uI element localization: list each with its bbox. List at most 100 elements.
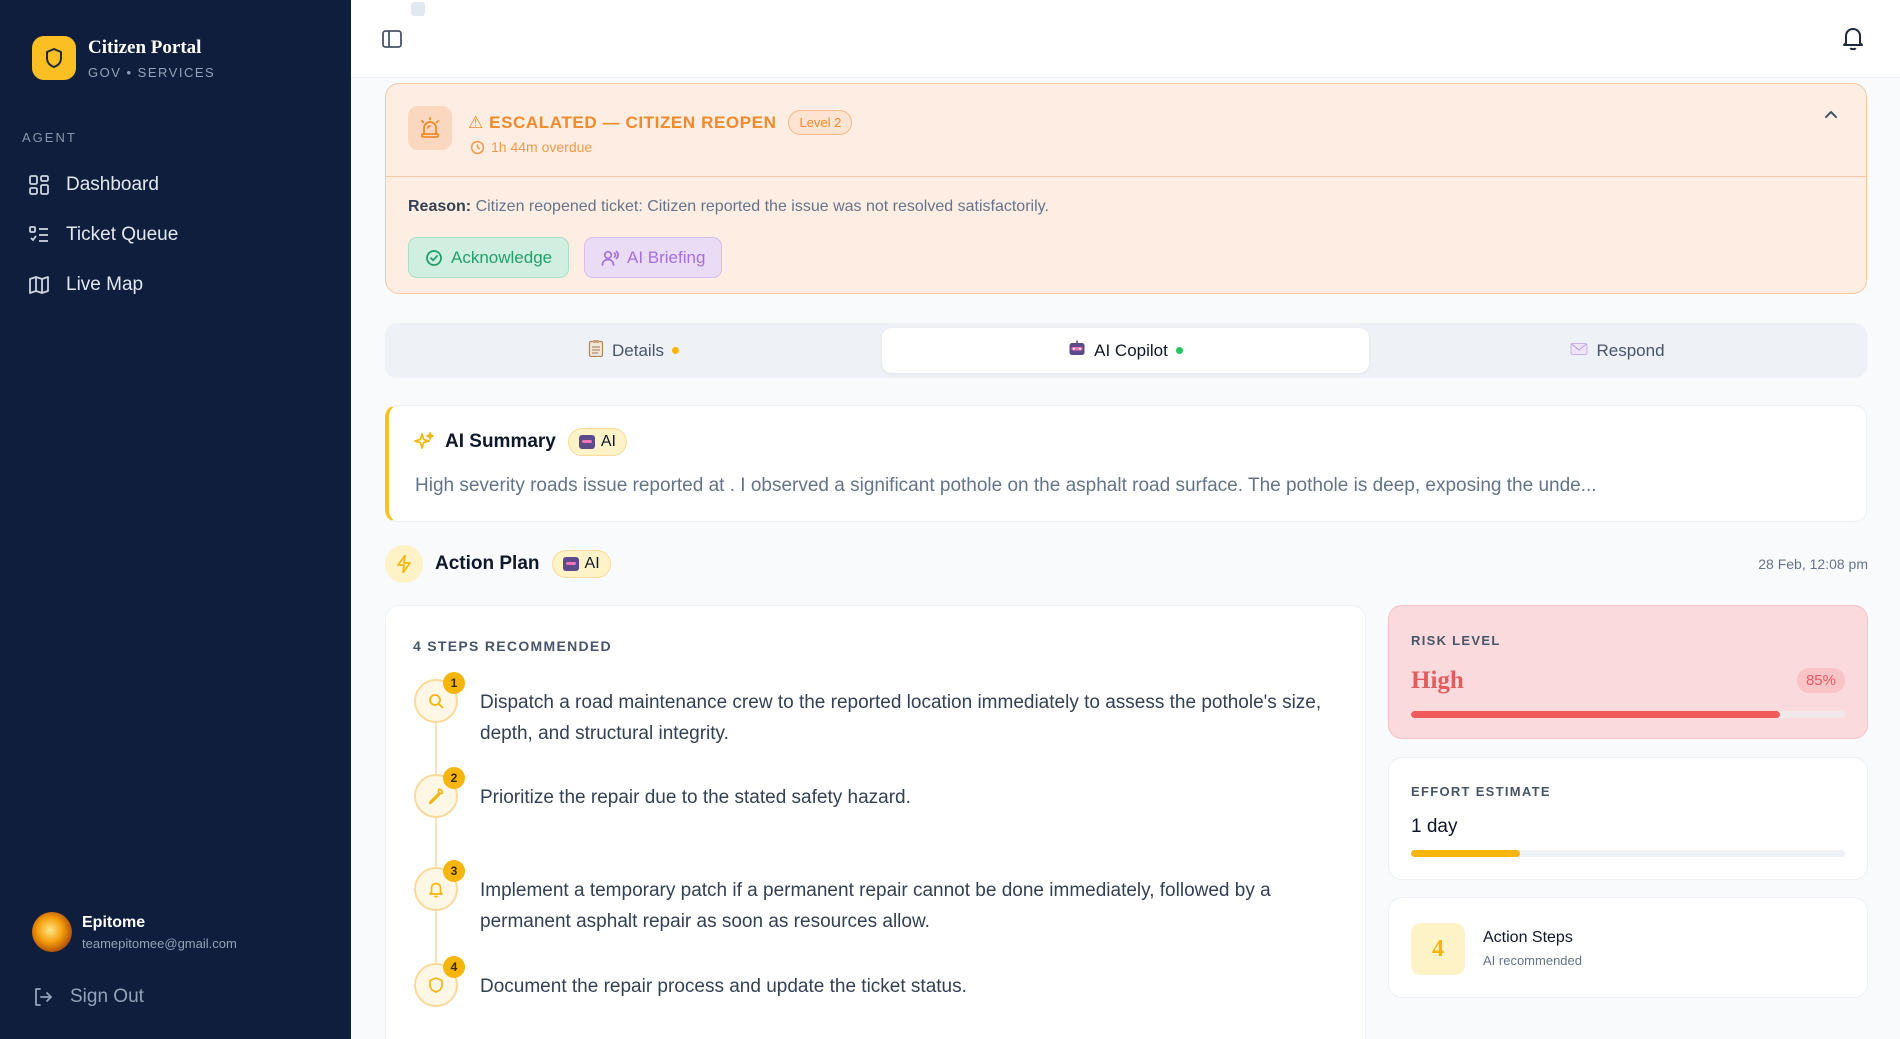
ai-badge: AI (567, 428, 627, 456)
steps-count: 4 (1411, 923, 1465, 975)
collapse-button[interactable] (1822, 106, 1840, 129)
effort-label: EFFORT ESTIMATE (1411, 784, 1551, 799)
panel-toggle-icon (382, 30, 402, 48)
brand-title: Citizen Portal (88, 36, 202, 58)
escalation-reason: Reason: Citizen reopened ticket: Citizen… (408, 198, 1049, 216)
brand-subtitle: GOV • SERVICES (88, 64, 216, 80)
sidebar-item-label: Dashboard (66, 174, 159, 195)
step-text: Dispatch a road maintenance crew to the … (480, 692, 1322, 744)
reason-text: Citizen reopened ticket: Citizen reporte… (471, 198, 1049, 215)
ai-summary-card: AI Summary AI High severity roads issue … (385, 405, 1867, 522)
action-steps-card: 4 Action Steps AI recommended (1388, 897, 1868, 998)
top-bar (351, 0, 1900, 78)
status-dot (671, 347, 679, 354)
tab-label: AI Copilot (1094, 340, 1168, 360)
tab-bar: Details AI Copilot Respond (385, 323, 1867, 378)
action-steps-subtitle: AI recommended (1483, 953, 1582, 968)
risk-label: RISK LEVEL (1411, 633, 1501, 648)
steps-connector (435, 696, 437, 996)
summary-text: High severity roads issue reported at . … (415, 475, 1597, 496)
risk-value: High (1411, 667, 1464, 694)
step-number: 2 (443, 767, 465, 789)
action-plan-timestamp: 28 Feb, 12:08 pm (1758, 556, 1868, 572)
user-name: Epitome (82, 913, 146, 931)
siren-icon (408, 106, 452, 150)
tab-label: Respond (1596, 340, 1665, 360)
list-icon (29, 226, 48, 242)
grid-icon (29, 175, 49, 195)
escalation-banner: ⚠ ESCALATED — CITIZEN REOPEN Level 2 1h … (385, 83, 1867, 294)
steps-card: 4 STEPS RECOMMENDED 1 Dispatch a road ma… (385, 605, 1366, 1039)
bell-icon (1843, 28, 1863, 51)
escalation-title: ⚠ ESCALATED — CITIZEN REOPEN (468, 112, 777, 132)
robot-icon (578, 435, 595, 449)
brand[interactable]: Citizen Portal GOV • SERVICES (32, 36, 215, 80)
overdue-text: 1h 44m overdue (491, 139, 593, 155)
section-label: AGENT (22, 130, 77, 145)
check-circle-icon (426, 249, 442, 266)
clock-icon (470, 140, 485, 154)
sign-out-button[interactable]: Sign Out (32, 986, 144, 1008)
tab-ai-copilot[interactable]: AI Copilot (882, 328, 1369, 373)
action-plan-header: Action Plan AI (385, 545, 611, 583)
user-email: teamepitomee@gmail.com (82, 935, 237, 951)
sidebar-item-label: Live Map (66, 274, 144, 295)
sidebar-item-live-map[interactable]: Live Map (0, 260, 351, 310)
action-steps-title: Action Steps (1483, 929, 1573, 946)
wrench-icon: 2 (414, 767, 465, 818)
summary-title: AI Summary (445, 431, 556, 452)
sidebar-item-dashboard[interactable]: Dashboard (0, 160, 351, 210)
bell-icon: 3 (414, 860, 465, 911)
effort-estimate-card: EFFORT ESTIMATE 1 day (1388, 757, 1868, 880)
tab-details[interactable]: Details (390, 328, 877, 373)
avatar (32, 912, 72, 952)
step-text: Implement a temporary patch if a permane… (480, 880, 1271, 932)
sidebar-toggle-button[interactable] (381, 28, 403, 55)
notifications-button[interactable] (1840, 24, 1866, 57)
ai-briefing-label: AI Briefing (627, 247, 706, 267)
user-profile[interactable]: Epitome teamepitomee@gmail.com (32, 912, 237, 952)
search-icon: 1 (414, 672, 465, 723)
ai-badge-label: AI (584, 555, 600, 572)
step-number: 3 (443, 860, 465, 882)
scrolled-breadcrumb-ghost (411, 2, 435, 16)
sidebar-item-ticket-queue[interactable]: Ticket Queue (0, 210, 351, 260)
envelope-icon (1570, 341, 1588, 361)
step-text: Document the repair process and update t… (480, 976, 967, 997)
robot-icon (1068, 340, 1086, 361)
user-voice-icon (601, 250, 619, 266)
overdue-status: 1h 44m overdue (470, 139, 592, 155)
reason-label: Reason: (408, 198, 472, 215)
acknowledge-label: Acknowledge (451, 247, 553, 267)
risk-percent-badge: 85% (1796, 668, 1845, 693)
sidebar-item-label: Ticket Queue (66, 224, 179, 245)
effort-progress-bar (1411, 850, 1845, 857)
sparkles-icon (414, 432, 434, 449)
step-text: Prioritize the repair due to the stated … (480, 787, 911, 808)
chevron-up-icon (1825, 111, 1837, 118)
ai-badge-label: AI (600, 433, 616, 450)
risk-level-card: RISK LEVEL High 85% (1388, 605, 1868, 739)
ai-briefing-button[interactable]: AI Briefing (584, 237, 723, 278)
divider (386, 176, 1866, 177)
robot-icon (562, 557, 579, 571)
sidebar: Citizen Portal GOV • SERVICES AGENT Dash… (0, 0, 351, 1039)
steps-count-label: 4 STEPS RECOMMENDED (413, 638, 612, 654)
ai-badge: AI (551, 550, 611, 578)
step-number: 1 (443, 672, 465, 694)
level-badge: Level 2 (788, 110, 853, 135)
effort-value: 1 day (1411, 816, 1458, 837)
effort-progress-fill (1411, 850, 1520, 857)
status-dot (1175, 347, 1183, 354)
risk-progress-fill (1411, 711, 1780, 718)
sign-out-icon (35, 988, 52, 1006)
shield-icon: 4 (414, 956, 465, 1007)
action-plan-title: Action Plan (435, 553, 540, 574)
shield-logo-icon (32, 36, 76, 80)
tab-label: Details (612, 340, 664, 360)
sign-out-label: Sign Out (70, 986, 144, 1007)
risk-progress-bar (1411, 711, 1845, 718)
tab-respond[interactable]: Respond (1374, 328, 1861, 373)
acknowledge-button[interactable]: Acknowledge (408, 237, 570, 278)
sidebar-nav: Dashboard Ticket Queue Live Map (0, 160, 351, 310)
